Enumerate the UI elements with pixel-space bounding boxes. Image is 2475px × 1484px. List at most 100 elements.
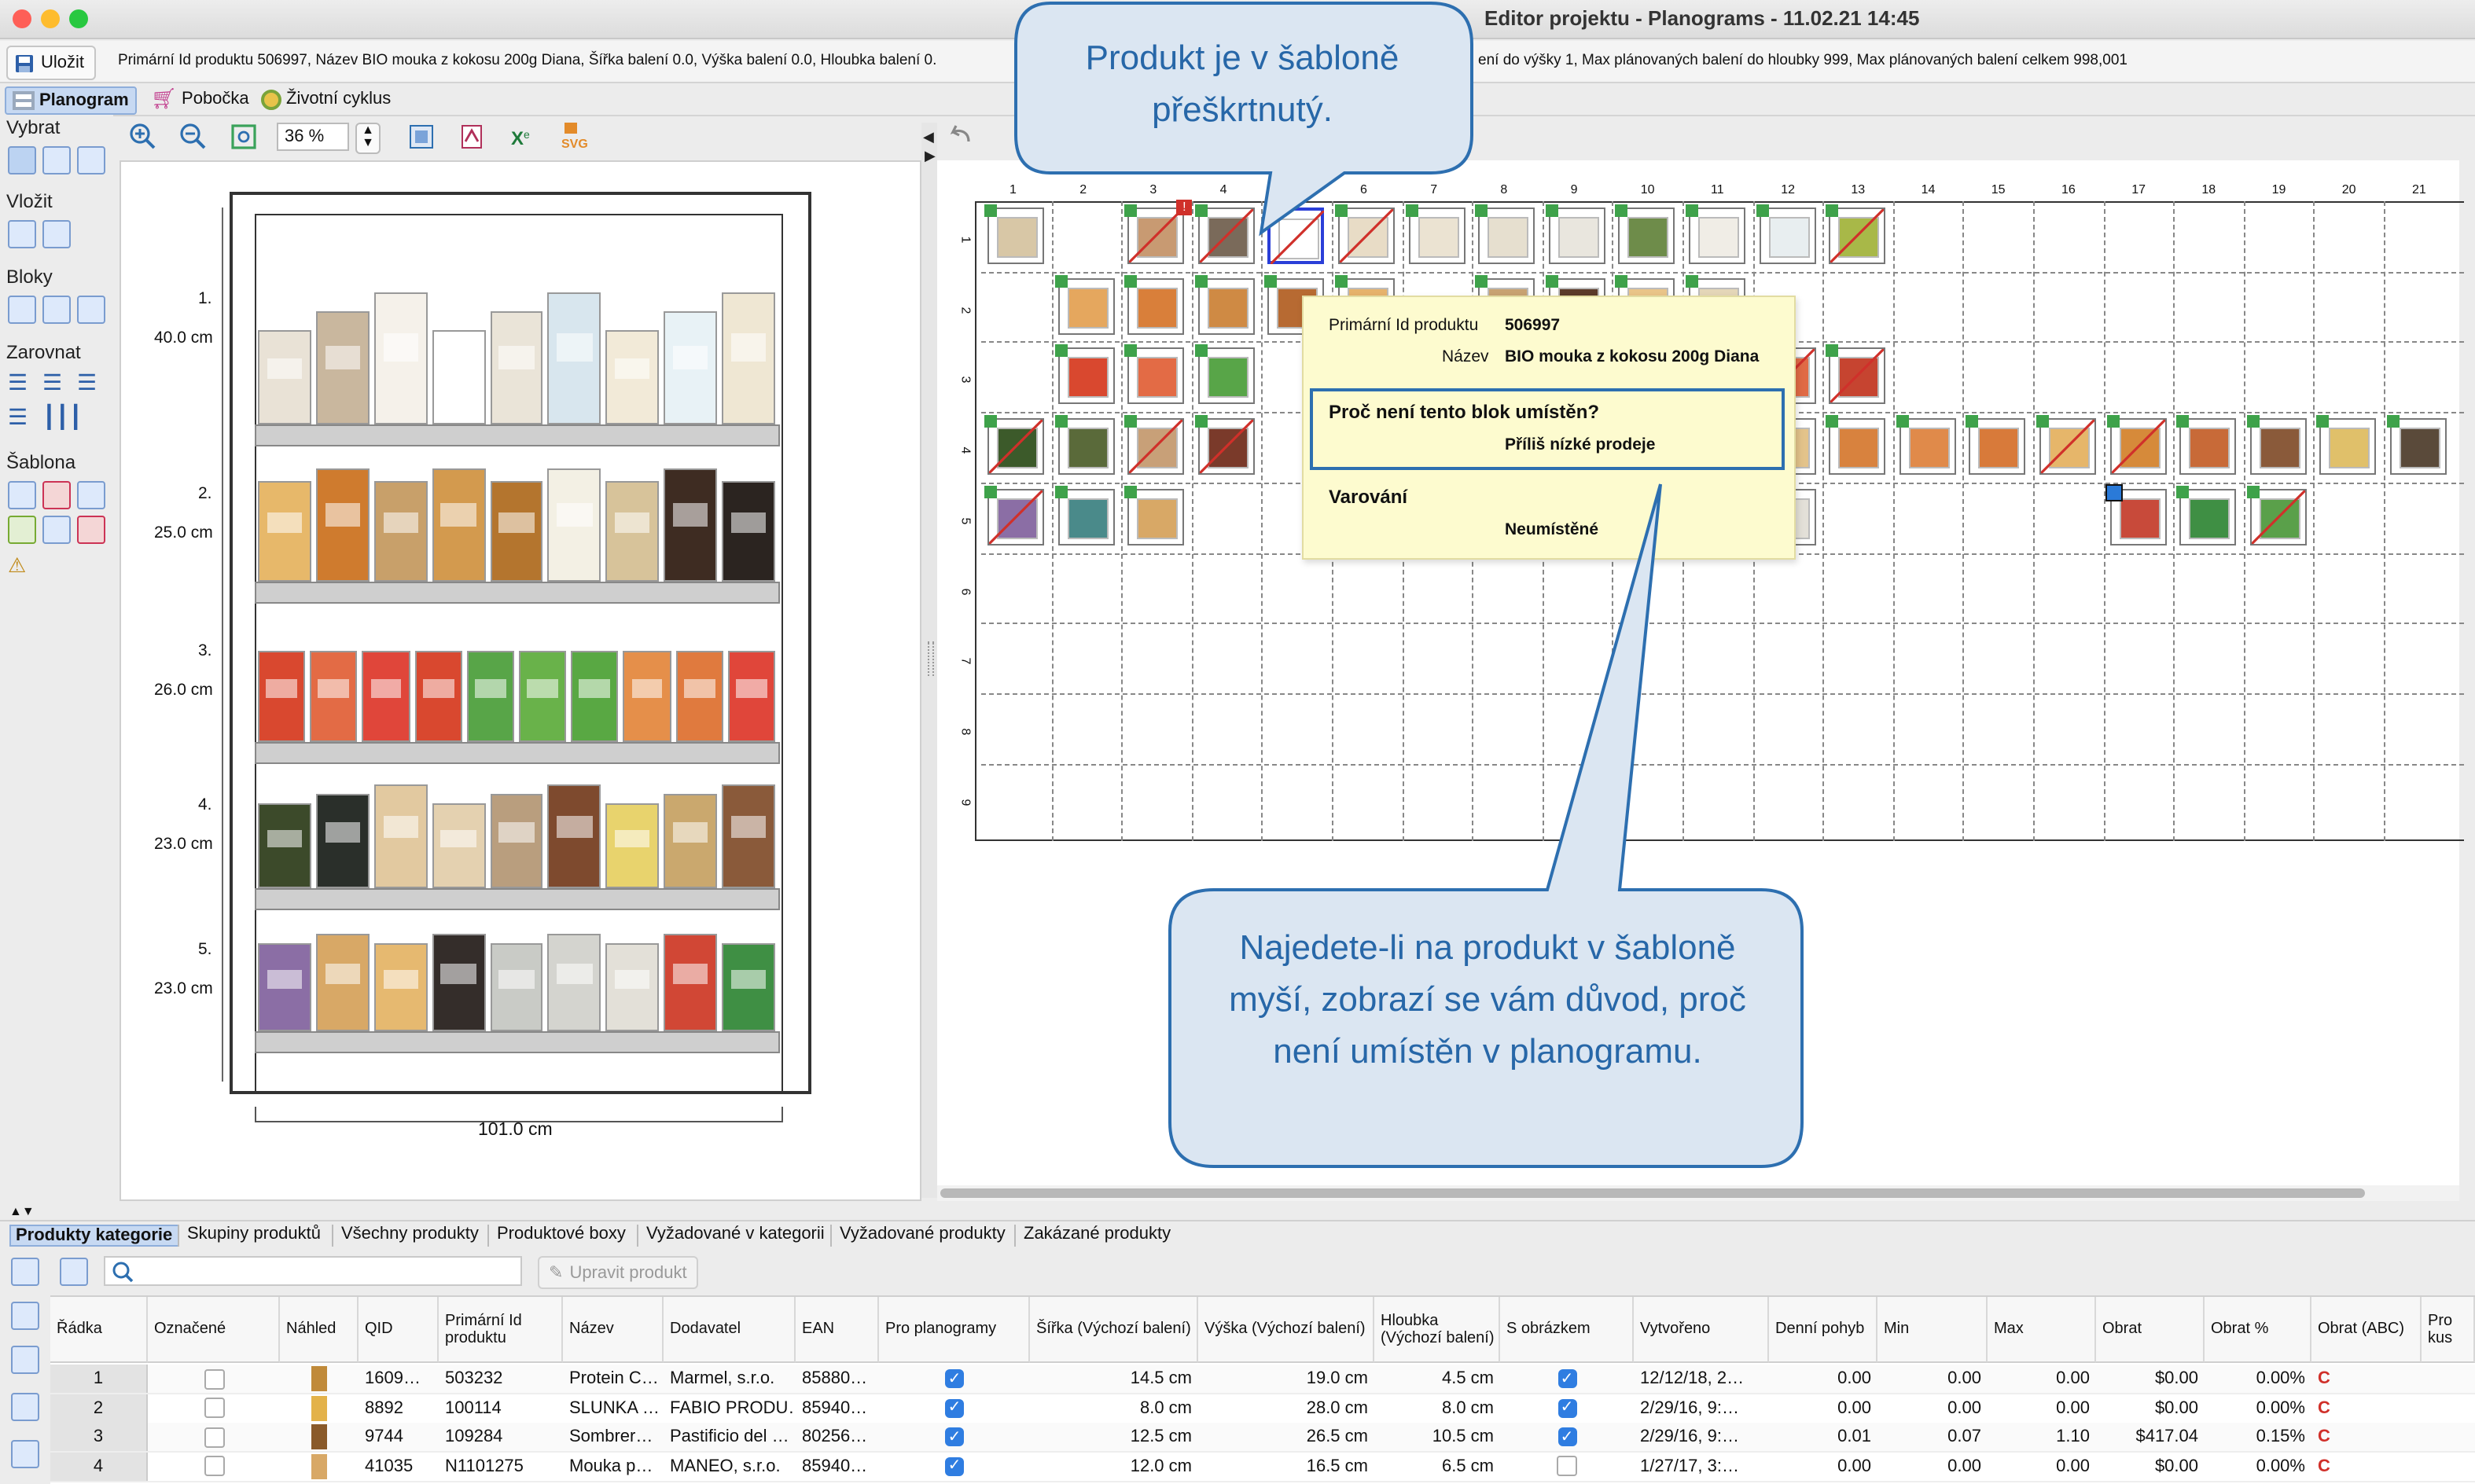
for-planogram-checkbox[interactable]: ✓ xyxy=(945,1427,964,1446)
splitter[interactable]: ◀ ▶ xyxy=(921,123,937,1198)
template-product-cell[interactable] xyxy=(1826,204,1886,264)
check-all-icon[interactable] xyxy=(11,1258,39,1286)
table-side-icon-3[interactable] xyxy=(11,1393,39,1421)
for-planogram-checkbox[interactable]: ✓ xyxy=(945,1456,964,1475)
template-product-cell[interactable] xyxy=(1966,415,2026,476)
bottom-tab[interactable]: Skupiny produktů xyxy=(182,1225,325,1243)
close-window-button[interactable] xyxy=(13,9,31,28)
distribute-icon[interactable]: ┃┃┃ xyxy=(42,406,83,431)
table-row[interactable]: 4 41035 N1101275 Mouka p… MANEO, s.r.o. 85940… xyxy=(50,1452,2475,1482)
bottom-tab[interactable]: Zakázané produkty xyxy=(1019,1225,1175,1243)
table-header[interactable]: Pro kus xyxy=(2422,1297,2475,1363)
template-product-cell[interactable] xyxy=(1194,415,1255,476)
template-product-cell[interactable] xyxy=(1054,274,1115,335)
template-product-cell[interactable] xyxy=(2036,415,2096,476)
with-image-checkbox[interactable]: ✓ xyxy=(1557,1398,1576,1417)
export-svg-icon[interactable]: SVG xyxy=(560,123,591,151)
marked-checkbox[interactable] xyxy=(204,1368,224,1389)
bottom-tab[interactable]: Produktové boxy xyxy=(492,1225,631,1243)
template-product-cell[interactable] xyxy=(1124,415,1185,476)
block-split-icon[interactable] xyxy=(42,296,71,324)
template-product-cell[interactable] xyxy=(1054,415,1115,476)
insert-text-icon[interactable] xyxy=(42,220,71,248)
bottom-tab[interactable]: Vyžadované produkty xyxy=(835,1225,1010,1243)
template-product-cell[interactable] xyxy=(1054,344,1115,405)
table-header[interactable]: Výška (Výchozí balení) xyxy=(1198,1297,1374,1363)
tab-zivotni-cyklus[interactable]: Životní cyklus xyxy=(255,86,397,112)
template-product-cell[interactable] xyxy=(1054,485,1115,545)
undo-icon[interactable] xyxy=(947,123,978,148)
table-row[interactable]: 2 8892 100114 SLUNKA … FABIO PRODU… 85940… ✓ 8.… xyxy=(50,1394,2475,1423)
zoom-input[interactable]: 36 % xyxy=(277,123,349,151)
table-header[interactable]: Obrat (ABC) xyxy=(2311,1297,2422,1363)
template-product-cell[interactable] xyxy=(1124,274,1185,335)
table-header[interactable]: Denní pohyb xyxy=(1769,1297,1877,1363)
table-header[interactable]: Min xyxy=(1877,1297,1988,1363)
select-tool-icon[interactable] xyxy=(8,146,36,174)
bottom-tab[interactable]: Produkty kategorie xyxy=(9,1225,179,1247)
template-icon-6[interactable] xyxy=(77,516,105,544)
template-icon-5[interactable] xyxy=(42,516,71,544)
marked-checkbox[interactable] xyxy=(204,1398,224,1418)
table-side-icon-2[interactable] xyxy=(11,1346,39,1374)
table-header[interactable]: Obrat % xyxy=(2205,1297,2311,1363)
select-grid-icon[interactable] xyxy=(42,146,71,174)
warning-icon[interactable]: ⚠ xyxy=(8,553,33,579)
template-product-cell[interactable] xyxy=(984,485,1044,545)
template-product-cell[interactable] xyxy=(2246,485,2307,545)
table-header[interactable]: Max xyxy=(1988,1297,2096,1363)
bottom-tab[interactable]: Vyžadované v kategorii xyxy=(642,1225,829,1243)
table-header[interactable]: S obrázkem xyxy=(1500,1297,1634,1363)
table-header[interactable]: Dodavatel xyxy=(664,1297,796,1363)
align-justify-icon[interactable]: ☰ xyxy=(8,406,33,431)
for-planogram-checkbox[interactable]: ✓ xyxy=(945,1398,964,1417)
template-product-cell[interactable] xyxy=(1826,415,1886,476)
minimize-window-button[interactable] xyxy=(41,9,60,28)
select-area-icon[interactable] xyxy=(77,146,105,174)
template-product-cell[interactable] xyxy=(1686,204,1745,264)
marked-checkbox[interactable] xyxy=(204,1427,224,1447)
table-header[interactable]: Název xyxy=(563,1297,664,1363)
template-product-cell[interactable] xyxy=(2176,485,2237,545)
zoom-window-button[interactable] xyxy=(69,9,88,28)
block-merge-icon[interactable] xyxy=(77,296,105,324)
table-header[interactable]: QID xyxy=(359,1297,439,1363)
table-settings-icon[interactable] xyxy=(60,1258,88,1286)
template-product-cell[interactable] xyxy=(1896,415,1956,476)
with-image-checkbox[interactable]: ✓ xyxy=(1557,1369,1576,1388)
align-left-icon[interactable]: ☰ xyxy=(8,371,33,396)
template-product-cell[interactable] xyxy=(1615,204,1675,264)
table-row[interactable]: 3 9744 109284 Sombrer… Pastificio del … 80256… xyxy=(50,1423,2475,1453)
template-product-cell[interactable] xyxy=(1756,204,1816,264)
template-icon-4[interactable] xyxy=(8,516,36,544)
template-icon-1[interactable] xyxy=(8,481,36,509)
export-image-icon[interactable] xyxy=(409,124,434,149)
marked-checkbox[interactable] xyxy=(204,1456,224,1476)
table-header[interactable]: Vytvořeno xyxy=(1634,1297,1769,1363)
fit-to-page-icon[interactable] xyxy=(230,123,258,151)
with-image-checkbox[interactable]: ✓ xyxy=(1557,1427,1576,1446)
export-pdf-icon[interactable] xyxy=(459,124,484,149)
tab-planogram[interactable]: Planogram xyxy=(5,86,137,115)
table-header[interactable]: Náhled xyxy=(280,1297,359,1363)
zoom-stepper[interactable]: ▲ ▼ xyxy=(355,123,381,154)
horizontal-scrollbar[interactable] xyxy=(937,1185,2459,1201)
table-header[interactable]: Primární Id produktu xyxy=(439,1297,563,1363)
template-product-cell[interactable] xyxy=(2176,415,2237,476)
template-product-cell[interactable] xyxy=(1826,344,1886,405)
bottom-tab[interactable]: Všechny produkty xyxy=(336,1225,484,1243)
template-product-cell[interactable] xyxy=(2106,415,2167,476)
table-header[interactable]: Pro planogramy xyxy=(879,1297,1030,1363)
table-side-icon-1[interactable] xyxy=(11,1302,39,1330)
export-excel-icon[interactable]: Xe xyxy=(509,124,535,149)
template-product-cell[interactable] xyxy=(984,415,1044,476)
template-product-cell[interactable] xyxy=(2246,415,2307,476)
table-header[interactable]: Šířka (Výchozí balení) xyxy=(1030,1297,1198,1363)
table-row[interactable]: 1 1609… 503232 Protein C… Marmel, s.r.o. 8588… xyxy=(50,1365,2475,1394)
template-product-cell[interactable] xyxy=(2105,483,2167,545)
align-center-icon[interactable]: ☰ xyxy=(42,371,68,396)
template-icon-2[interactable] xyxy=(42,481,71,509)
template-product-cell[interactable] xyxy=(1124,344,1185,405)
block-add-icon[interactable] xyxy=(8,296,36,324)
template-product-cell[interactable] xyxy=(1545,204,1605,264)
